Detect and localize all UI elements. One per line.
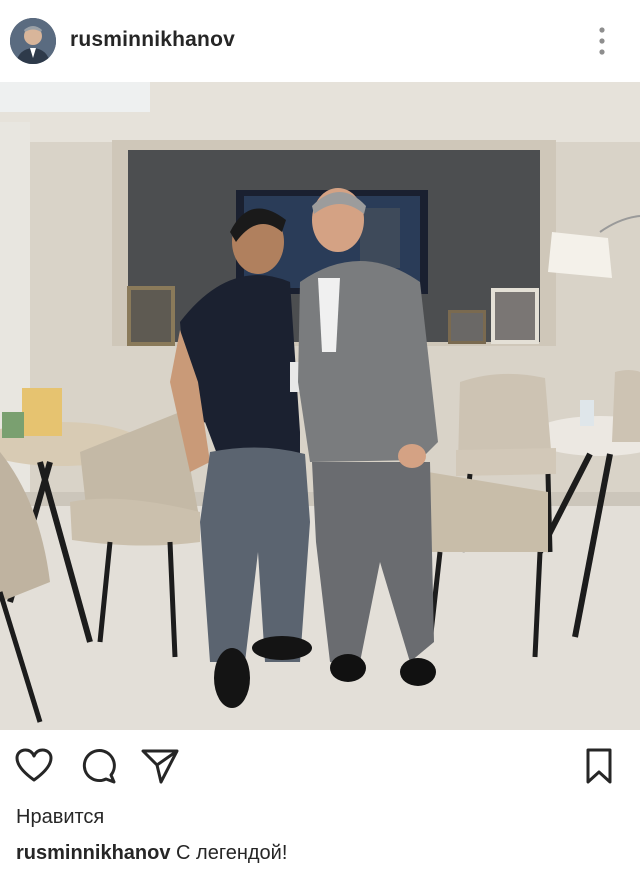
caption-username[interactable]: rusminnikhanov <box>16 842 170 864</box>
more-vertical-icon[interactable] <box>592 26 612 56</box>
comment-icon[interactable] <box>78 746 118 786</box>
avatar[interactable] <box>10 18 56 64</box>
post-username[interactable]: rusminnikhanov <box>70 28 235 52</box>
heart-icon[interactable] <box>14 746 54 786</box>
post-header: rusminnikhanov <box>0 0 640 82</box>
caption: rusminnikhanov С легендой! <box>16 842 287 865</box>
caption-text: С легендой! <box>170 842 288 864</box>
bookmark-icon[interactable] <box>580 746 620 786</box>
post-actions <box>0 730 640 804</box>
share-icon[interactable] <box>140 746 180 786</box>
likes-label[interactable]: Нравится <box>16 806 104 829</box>
post-photo[interactable] <box>0 82 640 730</box>
